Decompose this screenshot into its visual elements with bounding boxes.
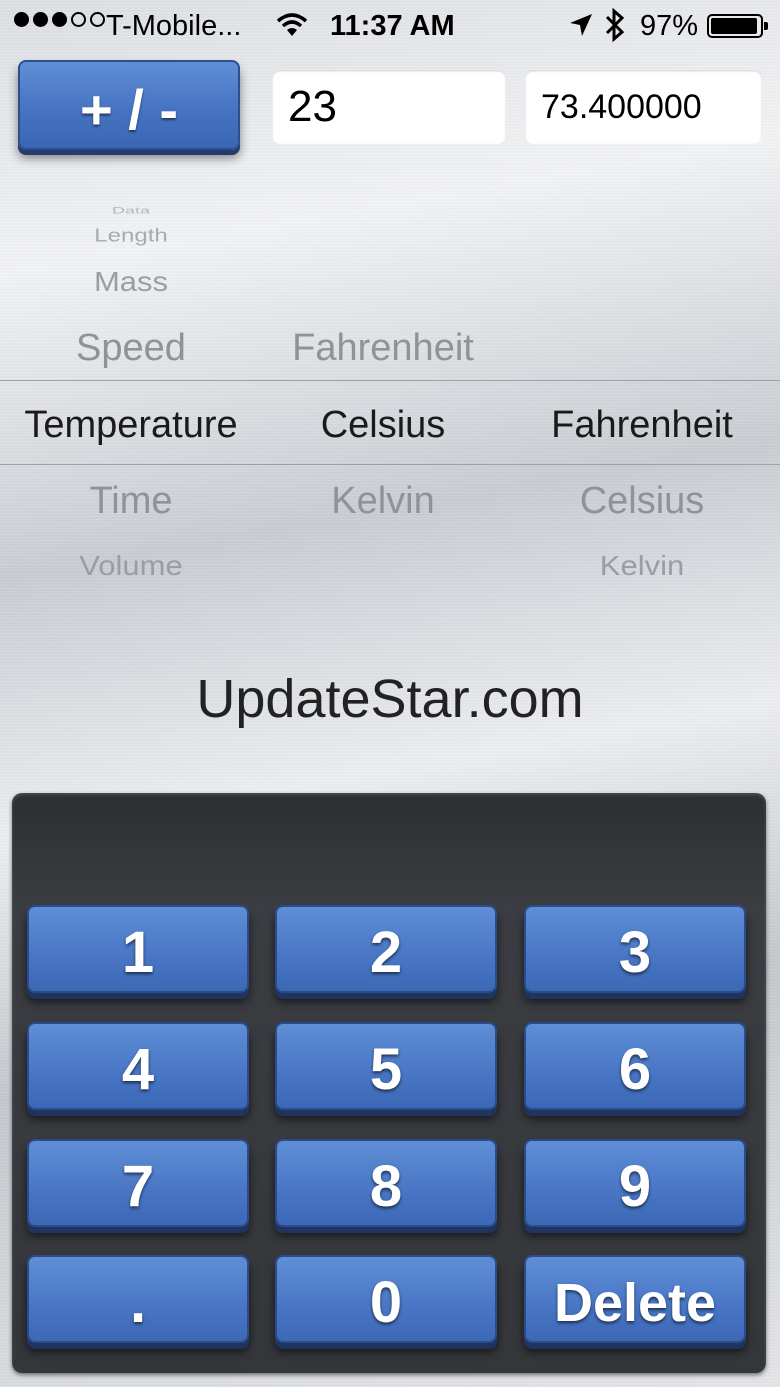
keypad: 1 2 3 4 5 6 7 8 9 . 0 Delete	[12, 793, 766, 1373]
input-value-field[interactable]: 23	[272, 70, 506, 144]
status-bar: T-Mobile... 11:37 AM 97%	[0, 0, 780, 54]
category-option[interactable]: Volume	[0, 550, 262, 582]
from-unit-option[interactable]: Fahrenheit	[262, 327, 504, 370]
category-option[interactable]: Length	[0, 226, 262, 247]
picker-divider-bottom	[0, 464, 780, 465]
sign-toggle-button[interactable]: + / -	[18, 60, 240, 150]
watermark: UpdateStar.com	[196, 669, 584, 729]
battery-icon	[707, 14, 768, 38]
category-option[interactable]: Time	[0, 480, 262, 523]
battery-percent: 97%	[640, 10, 699, 42]
cell-signal-icon	[14, 12, 105, 27]
category-option[interactable]: Speed	[0, 327, 262, 370]
wifi-icon	[276, 12, 308, 46]
to-unit-selected[interactable]: Fahrenheit	[504, 404, 780, 447]
key-7[interactable]: 7	[27, 1139, 249, 1227]
from-unit-option[interactable]: Kelvin	[262, 480, 504, 523]
bluetooth-icon	[604, 7, 626, 50]
key-0[interactable]: 0	[275, 1255, 497, 1343]
picker-divider-top	[0, 380, 780, 381]
to-unit-option[interactable]: Celsius	[504, 480, 780, 523]
delete-button[interactable]: Delete	[524, 1255, 746, 1343]
to-unit-option[interactable]: Kelvin	[504, 550, 780, 582]
key-8[interactable]: 8	[275, 1139, 497, 1227]
category-option[interactable]: Mass	[0, 266, 262, 298]
output-value-field: 73.400000	[525, 70, 762, 144]
key-2[interactable]: 2	[275, 905, 497, 993]
key-3[interactable]: 3	[524, 905, 746, 993]
carrier-name: T-Mobile...	[106, 10, 242, 42]
key-5[interactable]: 5	[275, 1022, 497, 1110]
from-unit-selected[interactable]: Celsius	[262, 404, 504, 447]
key-6[interactable]: 6	[524, 1022, 746, 1110]
key-4[interactable]: 4	[27, 1022, 249, 1110]
clock: 11:37 AM	[330, 10, 455, 42]
location-arrow-icon	[568, 12, 594, 46]
key-9[interactable]: 9	[524, 1139, 746, 1227]
category-selected[interactable]: Temperature	[0, 404, 262, 447]
key-1[interactable]: 1	[27, 905, 249, 993]
category-option[interactable]: Data	[0, 205, 262, 216]
key-decimal[interactable]: .	[27, 1255, 249, 1343]
